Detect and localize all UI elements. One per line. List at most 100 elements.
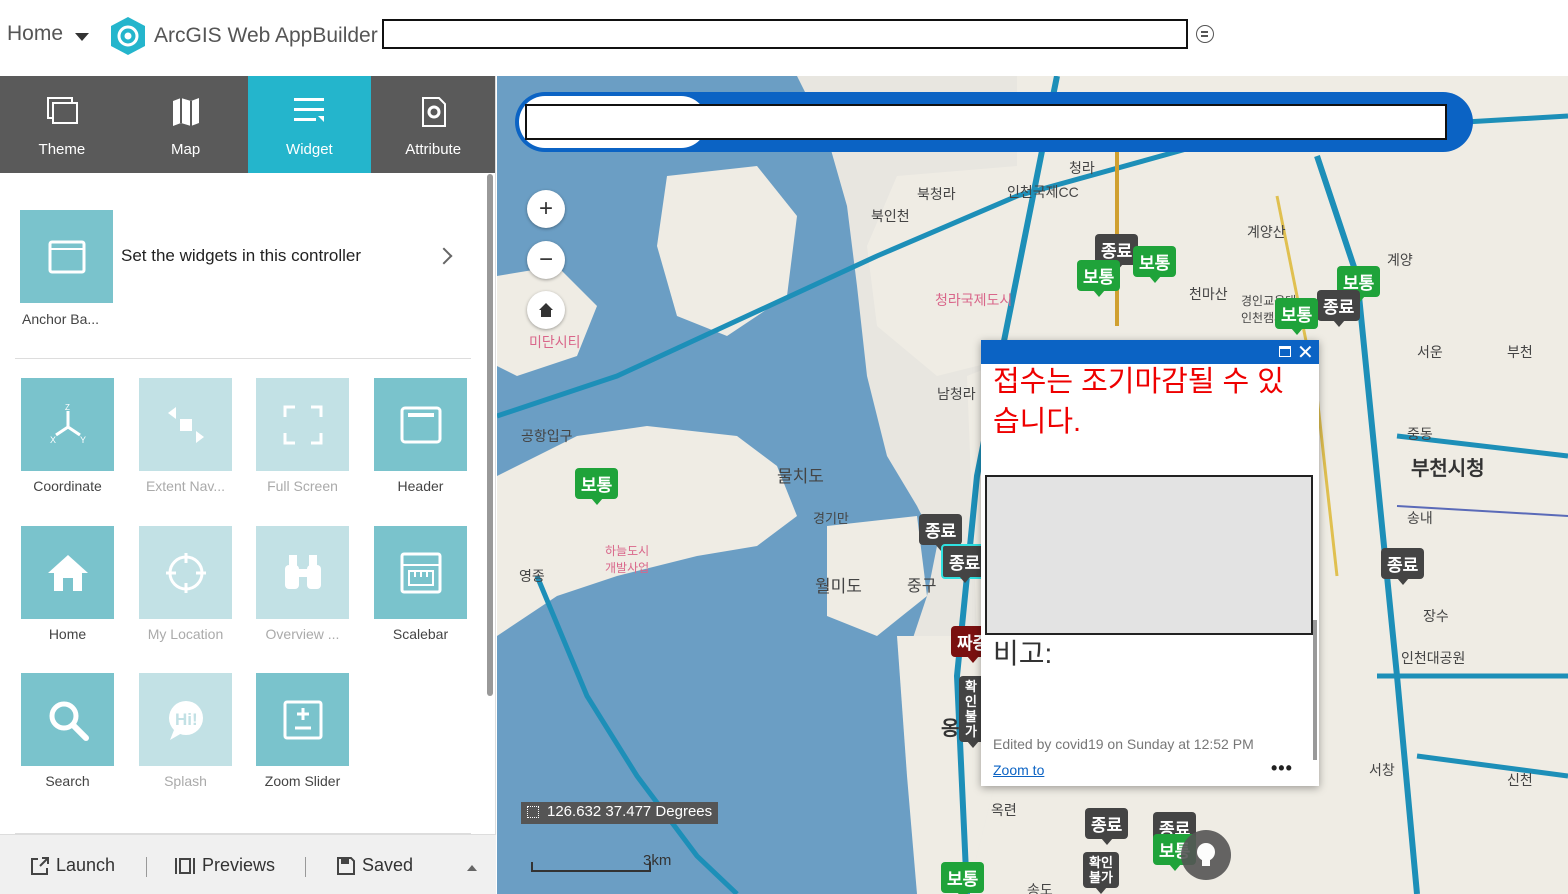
status-marker[interactable]: 보통 (1133, 246, 1177, 283)
widget-extent-navigate[interactable]: Extent Nav... (139, 378, 232, 494)
tab-theme[interactable]: Theme (0, 76, 124, 173)
svg-text:Z: Z (65, 403, 70, 412)
popup-header: ✕ (981, 340, 1319, 364)
anchor-bar-icon (48, 240, 85, 273)
overview-tile[interactable] (256, 526, 349, 619)
coordinate-icon: Z X Y (50, 403, 86, 445)
tab-attribute[interactable]: Attribute (371, 76, 495, 173)
chevron-up-icon[interactable] (467, 865, 477, 871)
widget-zoom-slider[interactable]: Zoom Slider (256, 673, 349, 789)
place-label: 미단시티 (529, 334, 581, 350)
chevron-right-icon[interactable] (435, 247, 453, 265)
controller-row[interactable]: Anchor Ba... Set the widgets in this con… (20, 210, 480, 330)
widget-search[interactable]: Search (21, 673, 114, 789)
map-search-input[interactable] (525, 104, 1447, 140)
svg-text:Y: Y (80, 435, 86, 445)
popup-edited-info: Edited by covid19 on Sunday at 12:52 PM (993, 736, 1254, 752)
place-label: 부천시청 (1411, 458, 1485, 480)
app-header: Home ArcGIS Web AppBuilder (0, 0, 1568, 76)
launch-button[interactable]: Launch (30, 855, 115, 876)
saved-label: Saved (362, 855, 414, 875)
search-tile[interactable] (21, 673, 114, 766)
place-label: 북인천 (871, 208, 910, 224)
popup-note-label: 비고: (993, 638, 1053, 669)
status-marker[interactable]: 보통 (1275, 298, 1319, 335)
zoom-to-link[interactable]: Zoom to (993, 762, 1044, 778)
tab-map[interactable]: Map (124, 76, 248, 173)
status-marker[interactable]: 종료 (1085, 808, 1129, 845)
widget-scalebar[interactable]: Scalebar (374, 526, 467, 642)
widget-home[interactable]: Home (21, 526, 114, 642)
theme-icon (46, 97, 78, 124)
coordinate-text: 126.632 37.477 Degrees (547, 803, 713, 820)
zoom-in-button[interactable]: + (527, 190, 565, 228)
widget-label: Header (397, 478, 444, 494)
place-label: 남청라 (937, 386, 976, 402)
launch-icon (31, 856, 49, 875)
status-marker[interactable]: 보통 (941, 862, 985, 894)
edit-info-icon[interactable] (1196, 25, 1214, 43)
svg-text:X: X (50, 435, 56, 445)
map-icon (172, 98, 199, 126)
widget-label: Scalebar (392, 626, 449, 642)
widget-header[interactable]: Header (374, 378, 467, 494)
previews-button[interactable]: Previews (174, 855, 275, 876)
home-menu[interactable]: Home (7, 22, 90, 46)
chevron-down-icon (75, 33, 90, 41)
svg-text:Hi!: Hi! (175, 710, 198, 729)
place-label: 인천대공원 (1401, 650, 1466, 666)
status-marker[interactable]: 종료 (1381, 548, 1425, 585)
status-marker[interactable]: 보통 (1077, 260, 1121, 297)
my-location-tile[interactable] (139, 526, 232, 619)
header-tile[interactable] (374, 378, 467, 471)
maximize-icon[interactable] (1279, 346, 1291, 357)
panel-scrollbar[interactable] (487, 174, 493, 696)
widget-overview[interactable]: Overview ... (256, 526, 349, 642)
widget-full-screen[interactable]: Full Screen (256, 378, 349, 494)
saved-button[interactable]: Saved (336, 855, 413, 876)
footer-separator (305, 857, 306, 877)
place-label: 인천국제CC (1007, 184, 1079, 200)
tab-widget[interactable]: Widget (247, 76, 372, 173)
widget-coordinate[interactable]: Z X Y Coordinate (21, 378, 114, 494)
extent-navigate-tile[interactable] (139, 378, 232, 471)
place-label: 공항입구 (521, 428, 573, 444)
plus-icon: + (538, 195, 553, 222)
section-divider (15, 358, 471, 359)
app-title-input[interactable] (382, 19, 1188, 49)
home-button[interactable] (527, 291, 565, 329)
map-view[interactable]: 청라 북청라 인천국제CC 북인천 계양산 계양 천마산 청라국제도시 경인교육… (497, 76, 1568, 894)
status-marker[interactable]: 종료 (919, 514, 963, 551)
widget-label: My Location (147, 626, 224, 642)
zoom-slider-icon (283, 700, 322, 739)
zoom-slider-tile[interactable] (256, 673, 349, 766)
widget-splash[interactable]: Hi! Splash (139, 673, 232, 789)
anchor-bar-tile[interactable] (20, 210, 113, 303)
tab-map-label: Map (171, 141, 201, 158)
tab-theme-label: Theme (38, 141, 86, 158)
place-label: 천마산 (1189, 286, 1228, 302)
place-label: 청라국제도시 (935, 292, 1013, 308)
widget-label: Search (45, 773, 90, 789)
widget-label: Home (48, 626, 87, 642)
status-marker[interactable]: 확인불가 (1083, 852, 1119, 894)
place-label: 월미도 (815, 577, 862, 596)
zoom-out-button[interactable]: − (527, 241, 565, 279)
place-label: 부천 (1507, 344, 1533, 360)
crosshair-icon[interactable] (527, 806, 539, 818)
popup-scrollbar[interactable] (1313, 620, 1317, 760)
scalebar-tile[interactable] (374, 526, 467, 619)
full-screen-tile[interactable] (256, 378, 349, 471)
status-marker[interactable]: 종료 (1317, 290, 1361, 327)
coordinate-tile[interactable]: Z X Y (21, 378, 114, 471)
more-actions-button[interactable]: ••• (1271, 758, 1293, 779)
splash-tile[interactable]: Hi! (139, 673, 232, 766)
place-label: 물치도 (777, 467, 824, 486)
save-icon (337, 856, 355, 875)
widget-my-location[interactable]: My Location (139, 526, 232, 642)
home-tile[interactable] (21, 526, 114, 619)
scalebar (531, 862, 651, 872)
status-marker[interactable]: 보통 (575, 468, 619, 505)
locate-button[interactable] (1181, 830, 1231, 880)
place-label: 신천 (1507, 772, 1533, 788)
